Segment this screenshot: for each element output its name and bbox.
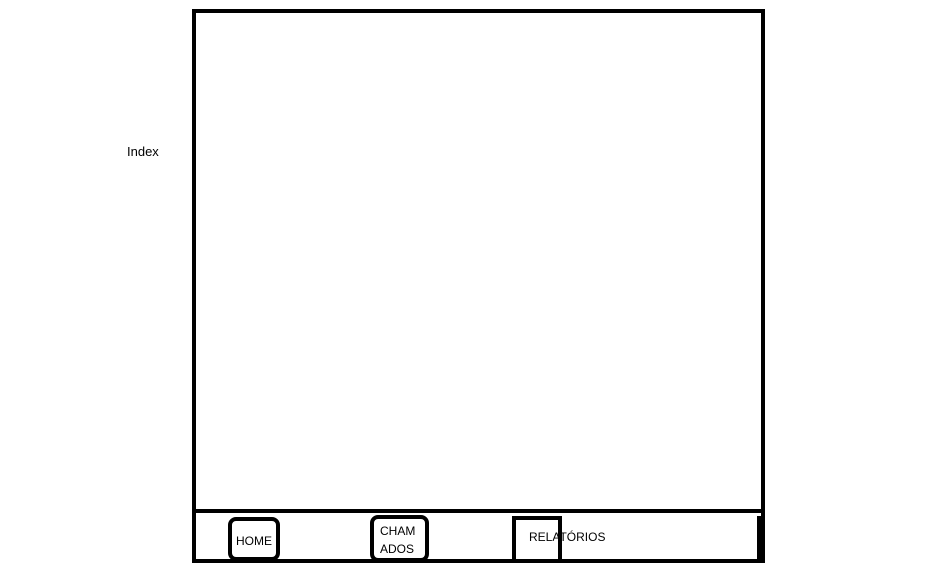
relatorios-button[interactable]: RELATÓRIOS: [512, 516, 605, 563]
page-label: Index: [127, 144, 159, 159]
chamados-button[interactable]: CHAM ADOS: [370, 515, 429, 562]
home-button[interactable]: HOME: [228, 517, 280, 561]
main-content-area: [196, 13, 761, 509]
bottom-nav-bar: HOME CHAM ADOS RELATÓRIOS: [196, 509, 761, 563]
nav-bar-divider: [757, 516, 761, 563]
app-frame: HOME CHAM ADOS RELATÓRIOS: [192, 9, 765, 563]
